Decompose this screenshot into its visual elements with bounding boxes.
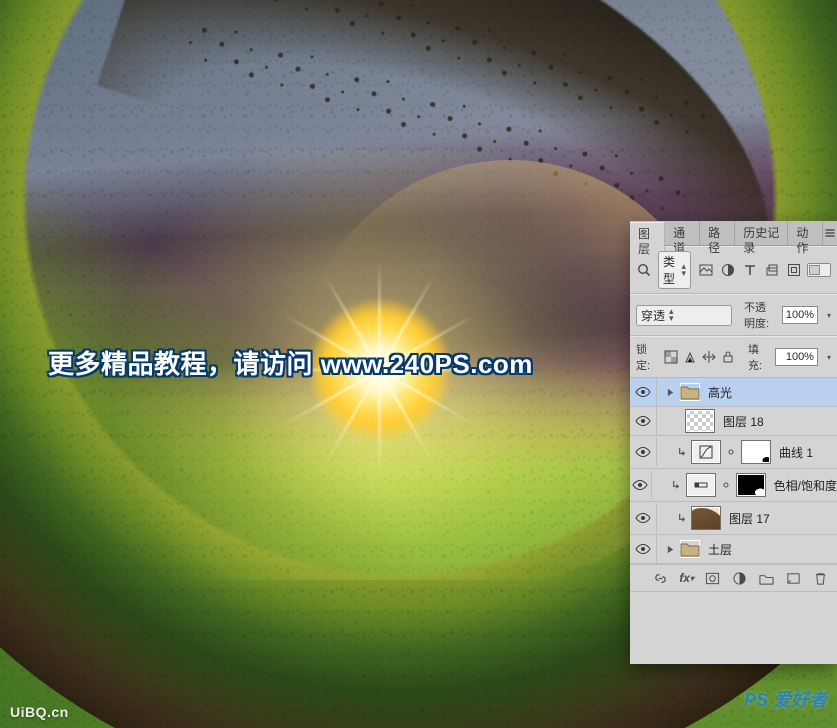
tab-layers[interactable]: 图层 [630,222,665,251]
layer-thumbnail[interactable] [691,506,721,530]
disclosure-triangle-icon[interactable] [665,544,676,555]
filter-kind-select[interactable]: 类型 ▴▾ [658,251,691,289]
layer-row-group-soil[interactable]: 土层 [630,535,837,564]
tab-actions[interactable]: 动作 [788,221,823,245]
layer-name[interactable]: 土层 [704,541,732,558]
new-adjustment-icon[interactable] [731,570,748,587]
layer-name[interactable]: 图层 17 [725,510,770,527]
visibility-toggle[interactable] [630,438,657,466]
blend-mode-select[interactable]: 穿透 ▴▾ [636,305,732,326]
promo-overlay: 更多精品教程，请访问 www.240PS.com [48,344,533,381]
layer-name[interactable]: 高光 [704,384,732,401]
lock-all-icon[interactable] [720,349,736,365]
layer-name[interactable]: 色相/饱和度 [770,477,837,494]
visibility-toggle[interactable] [630,504,657,532]
adjustment-icon[interactable] [691,440,721,464]
panel-bottom-bar: fx▾ [630,564,837,591]
blend-row: 穿透 ▴▾ 不透明度: 100% ▾ [630,294,837,336]
clip-arrow-icon [670,480,682,491]
search-icon[interactable] [636,261,652,279]
layers-panel[interactable]: 图层 通道 路径 历史记录 动作 类型 ▴▾ [630,221,837,664]
opacity-label: 不透明度: [744,299,776,331]
layer-thumbnail[interactable] [685,409,715,433]
trash-icon[interactable] [812,570,829,587]
fx-icon[interactable]: fx▾ [679,570,694,587]
folder-icon [680,383,700,401]
opacity-value: 100% [786,309,814,321]
opacity-input[interactable]: 100% [782,306,818,324]
folder-icon [680,540,700,558]
layer-row-layer18[interactable]: 图层 18 [630,407,837,436]
layer-name[interactable]: 图层 18 [719,413,764,430]
filter-smart-icon[interactable] [785,261,803,279]
tab-history[interactable]: 历史记录 [735,221,788,245]
link-layers-icon[interactable] [652,570,669,587]
visibility-toggle[interactable] [630,535,657,563]
filter-adjust-icon[interactable] [719,261,737,279]
chevron-down-icon[interactable]: ▾ [827,353,831,362]
promo-url: www.240PS.com [321,349,533,379]
panel-menu-icon[interactable] [823,221,837,245]
fill-label: 填充: [748,341,769,373]
visibility-toggle[interactable] [630,407,657,435]
layer-row-huesat[interactable]: 色相/饱和度 [630,469,837,502]
visibility-toggle[interactable] [630,471,652,499]
disclosure-triangle-icon[interactable] [665,387,676,398]
watermark-right: PS 爱好者 [744,686,827,712]
filter-toggle[interactable] [807,263,831,277]
mask-link-icon[interactable] [720,479,732,491]
chevron-updown-icon: ▴▾ [669,308,674,322]
lock-position-icon[interactable] [701,349,717,365]
filter-pixel-icon[interactable] [697,261,715,279]
watermark-left: UiBQ.cn [10,704,69,720]
clip-arrow-icon [675,513,687,524]
fill-input[interactable]: 100% [775,348,818,366]
layer-mask-thumbnail[interactable] [741,440,771,464]
filter-type-icon[interactable] [741,261,759,279]
lock-label: 锁定: [636,341,657,373]
clip-arrow-icon [675,447,687,458]
layer-row-curves1[interactable]: 曲线 1 [630,436,837,469]
filter-shape-icon[interactable] [763,261,781,279]
fill-value: 100% [786,351,814,363]
chevron-down-icon[interactable]: ▾ [827,311,831,320]
layer-mask-thumbnail[interactable] [736,473,766,497]
tab-paths[interactable]: 路径 [700,221,735,245]
layer-list: 高光 图层 18 [630,378,837,564]
lock-row: 锁定: 填充: 100% ▾ [630,336,837,378]
layer-name[interactable]: 曲线 1 [775,444,813,461]
new-layer-icon[interactable] [785,570,802,587]
panel-tabs: 图层 通道 路径 历史记录 动作 [630,221,837,246]
add-mask-icon[interactable] [704,570,721,587]
panel-empty-area [630,591,837,664]
layer-row-layer17[interactable]: 图层 17 [630,502,837,535]
adjustment-icon[interactable] [686,473,716,497]
mask-link-icon[interactable] [725,446,737,458]
visibility-toggle[interactable] [630,378,657,406]
canvas-composite: 更多精品教程，请访问 www.240PS.com PS 爱好者 UiBQ.cn … [0,0,837,728]
chevron-updown-icon: ▴▾ [681,263,686,277]
new-group-icon[interactable] [758,570,775,587]
lock-transparent-icon[interactable] [663,349,679,365]
filter-kind-label: 类型 [663,253,677,287]
blend-mode-label: 穿透 [641,307,665,324]
promo-prefix: 更多精品教程，请访问 [48,349,321,379]
lock-image-icon[interactable] [682,349,698,365]
layer-row-group-highlight[interactable]: 高光 [630,378,837,407]
tab-channels[interactable]: 通道 [665,221,700,245]
